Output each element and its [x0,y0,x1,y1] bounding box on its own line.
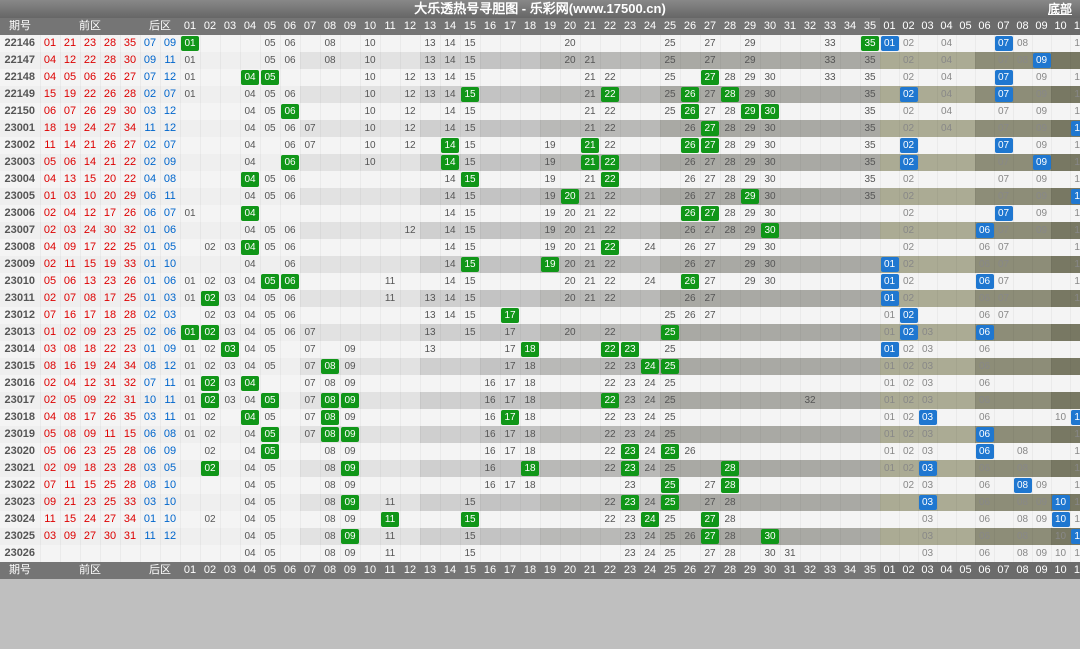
main-table: 期号前区后区0102030405060708091011121314151617… [0,18,1080,579]
page-title: 大乐透热号寻胆图 - 乐彩网(www.17500.cn) 底部 [0,0,1080,18]
scroll-bottom-link[interactable]: 底部 [1048,0,1072,18]
